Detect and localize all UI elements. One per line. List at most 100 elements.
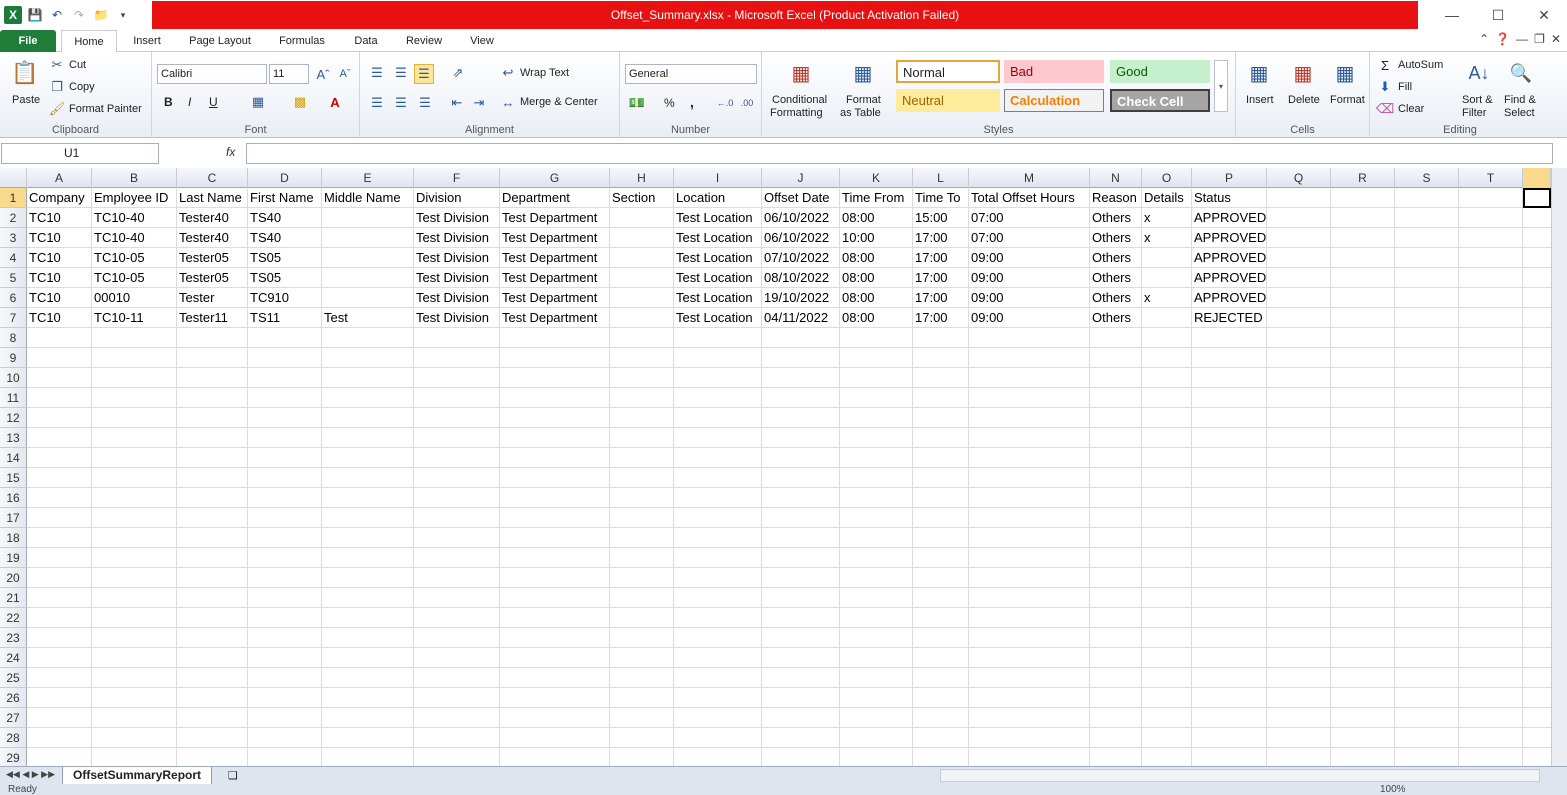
cell[interactable]: 17:00: [913, 228, 969, 248]
cell[interactable]: REJECTED: [1192, 308, 1267, 328]
cell[interactable]: APPROVED: [1192, 288, 1267, 308]
cell[interactable]: TC10-11: [92, 308, 177, 328]
cell[interactable]: TC10: [27, 268, 92, 288]
cell[interactable]: 10:00: [840, 228, 913, 248]
cell[interactable]: Test Location: [674, 268, 762, 288]
format-cells-icon[interactable]: ▦: [1330, 58, 1360, 88]
row-header[interactable]: 2: [0, 208, 27, 228]
style-calculation[interactable]: Calculation: [1004, 89, 1104, 112]
cell[interactable]: TS11: [248, 308, 322, 328]
tab-page-layout[interactable]: Page Layout: [180, 30, 260, 52]
row-header[interactable]: 22: [0, 608, 27, 628]
cell[interactable]: Test Department: [500, 268, 610, 288]
cell[interactable]: 17:00: [913, 288, 969, 308]
cell[interactable]: TS40: [248, 208, 322, 228]
cell[interactable]: Test Division: [414, 308, 500, 328]
cell[interactable]: 06/10/2022: [762, 228, 840, 248]
row-header[interactable]: 23: [0, 628, 27, 648]
wrap-text-button[interactable]: Wrap Text: [520, 67, 569, 79]
select-all-corner[interactable]: [0, 168, 27, 188]
cell[interactable]: Others: [1090, 308, 1142, 328]
cell[interactable]: Location: [674, 188, 762, 208]
cell[interactable]: Tester05: [177, 268, 248, 288]
cell[interactable]: Test: [322, 308, 414, 328]
align-left-icon[interactable]: ☰: [368, 94, 386, 112]
cell[interactable]: Details: [1142, 188, 1192, 208]
cell[interactable]: Test Division: [414, 248, 500, 268]
column-header-k[interactable]: K: [840, 168, 913, 188]
tab-file[interactable]: File: [0, 30, 56, 52]
comma-style-button[interactable]: ,: [690, 94, 694, 110]
cell[interactable]: APPROVED: [1192, 268, 1267, 288]
cell[interactable]: 17:00: [913, 268, 969, 288]
cell[interactable]: TC10-05: [92, 248, 177, 268]
column-header-selected[interactable]: [1523, 168, 1551, 188]
percent-style-button[interactable]: %: [664, 96, 675, 110]
cell[interactable]: TS05: [248, 248, 322, 268]
name-box[interactable]: U1: [1, 143, 159, 164]
row-header[interactable]: 19: [0, 548, 27, 568]
cell[interactable]: Test Location: [674, 288, 762, 308]
sort-filter-icon[interactable]: A↓: [1464, 58, 1494, 88]
cell[interactable]: 15:00: [913, 208, 969, 228]
cell[interactable]: 09:00: [969, 248, 1090, 268]
find-select-button[interactable]: Find &: [1504, 94, 1536, 106]
cell[interactable]: Reason: [1090, 188, 1142, 208]
paste-button[interactable]: Paste: [12, 94, 40, 106]
align-right-icon[interactable]: ☰: [416, 94, 434, 112]
insert-function-button[interactable]: fx: [226, 145, 235, 159]
cell[interactable]: Others: [1090, 248, 1142, 268]
copy-icon[interactable]: ❐: [50, 79, 64, 94]
row-header[interactable]: 20: [0, 568, 27, 588]
column-header-p[interactable]: P: [1192, 168, 1267, 188]
merge-center-icon[interactable]: ↔: [500, 94, 516, 110]
clear-icon[interactable]: ⌫: [1376, 101, 1394, 116]
row-header[interactable]: 11: [0, 388, 27, 408]
cell[interactable]: Time To: [913, 188, 969, 208]
find-select-icon[interactable]: 🔍: [1506, 58, 1536, 88]
cell[interactable]: Department: [500, 188, 610, 208]
cell[interactable]: TC10-40: [92, 208, 177, 228]
row-header[interactable]: 28: [0, 728, 27, 748]
decrease-indent-icon[interactable]: ⇤: [448, 94, 466, 112]
redo-icon[interactable]: ↷: [70, 6, 88, 24]
cell[interactable]: Others: [1090, 228, 1142, 248]
column-header-c[interactable]: C: [177, 168, 248, 188]
cell[interactable]: TC10: [27, 248, 92, 268]
cell[interactable]: TC910: [248, 288, 322, 308]
format-as-table-button[interactable]: Format: [846, 94, 881, 106]
row-header[interactable]: 29: [0, 748, 27, 766]
format-cells-button[interactable]: Format: [1330, 94, 1365, 106]
column-header-n[interactable]: N: [1090, 168, 1142, 188]
row-header[interactable]: 4: [0, 248, 27, 268]
cell[interactable]: Test Division: [414, 288, 500, 308]
cell[interactable]: 07/10/2022: [762, 248, 840, 268]
cell[interactable]: Total Offset Hours: [969, 188, 1090, 208]
column-header-s[interactable]: S: [1395, 168, 1459, 188]
tab-formulas[interactable]: Formulas: [270, 30, 334, 52]
tab-insert[interactable]: Insert: [124, 30, 170, 52]
cell[interactable]: Time From: [840, 188, 913, 208]
align-top-icon[interactable]: ☰: [368, 64, 386, 82]
cell[interactable]: Tester40: [177, 208, 248, 228]
cell[interactable]: x: [1142, 288, 1192, 308]
vertical-scrollbar[interactable]: [1551, 168, 1567, 766]
cell[interactable]: x: [1142, 208, 1192, 228]
cell[interactable]: APPROVED: [1192, 208, 1267, 228]
cell[interactable]: 09:00: [969, 288, 1090, 308]
column-header-m[interactable]: M: [969, 168, 1090, 188]
column-header-f[interactable]: F: [414, 168, 500, 188]
column-header-q[interactable]: Q: [1267, 168, 1331, 188]
cell[interactable]: TC10: [27, 308, 92, 328]
cell[interactable]: Others: [1090, 268, 1142, 288]
row-header[interactable]: 13: [0, 428, 27, 448]
column-header-b[interactable]: B: [92, 168, 177, 188]
cell[interactable]: 17:00: [913, 248, 969, 268]
cell[interactable]: Test Department: [500, 248, 610, 268]
column-header-l[interactable]: L: [913, 168, 969, 188]
align-bottom-icon[interactable]: ☰: [414, 64, 434, 84]
sheet-nav-icon[interactable]: ◀◀ ◀ ▶ ▶▶: [6, 769, 55, 780]
fill-button[interactable]: Fill: [1398, 81, 1412, 93]
customize-qat-icon[interactable]: ▾: [114, 6, 132, 24]
insert-sheet-icon[interactable]: ❏: [228, 769, 238, 782]
